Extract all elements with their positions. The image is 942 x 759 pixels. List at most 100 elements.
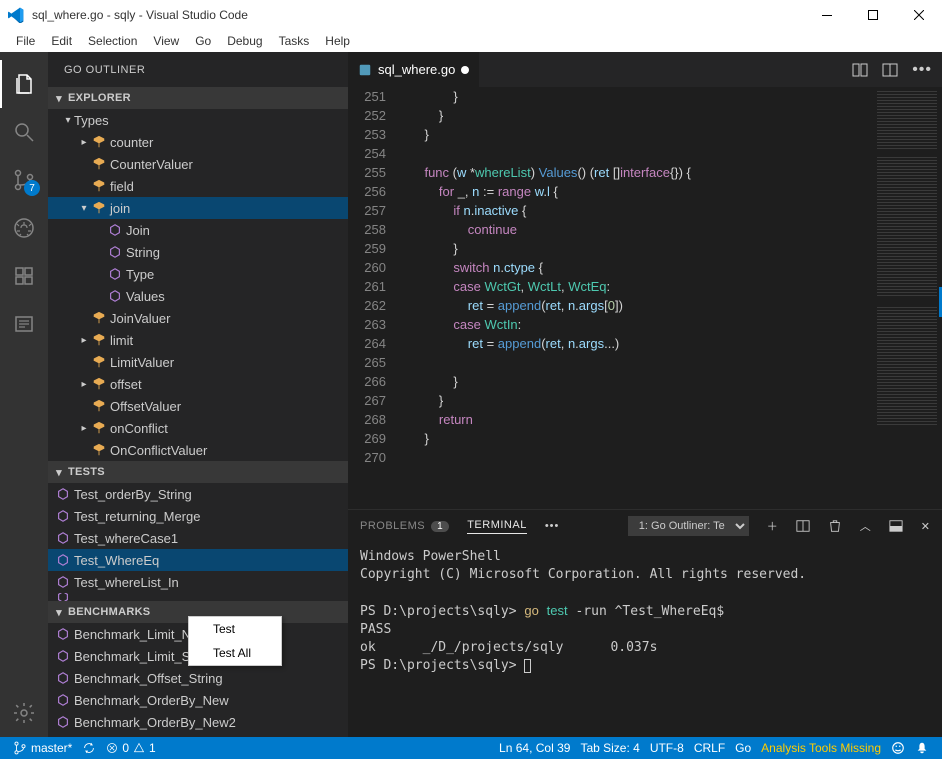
window-title: sql_where.go - sqly - Visual Studio Code — [32, 8, 804, 22]
section-explorer[interactable]: ▾ EXPLORER — [48, 87, 348, 109]
split-editor-icon[interactable] — [882, 62, 898, 78]
context-menu: Test Test All — [188, 616, 282, 666]
panel-tab-problems[interactable]: PROBLEMS 1 — [360, 520, 449, 532]
status-bell-icon[interactable] — [910, 737, 934, 759]
close-button[interactable] — [896, 0, 942, 30]
outline-icon[interactable] — [0, 300, 48, 348]
menu-help[interactable]: Help — [317, 32, 358, 50]
benchmark-icon — [54, 649, 72, 663]
benchmark-item[interactable]: Benchmark_OrderBy_New — [48, 689, 348, 711]
test-item[interactable]: Test_whereCase1 — [48, 527, 348, 549]
panel-tab-terminal[interactable]: TERMINAL — [467, 519, 527, 534]
status-tabsize[interactable]: Tab Size: 4 — [575, 737, 644, 759]
go-file-icon — [358, 63, 372, 77]
chevron-icon: ▾ — [78, 203, 90, 214]
toggle-panel-icon[interactable] — [889, 519, 903, 533]
tree-item-counter[interactable]: ▸counter — [48, 131, 348, 153]
tree-item-onconflictvaluer[interactable]: OnConflictValuer — [48, 439, 348, 461]
tree-item-offsetvaluer[interactable]: OffsetValuer — [48, 395, 348, 417]
search-icon[interactable] — [0, 108, 48, 156]
benchmark-item[interactable]: Benchmark_OrderBy_New2 — [48, 711, 348, 733]
chevron-down-icon: ▾ — [52, 92, 66, 105]
menu-view[interactable]: View — [145, 32, 187, 50]
source-control-icon[interactable]: 7 — [0, 156, 48, 204]
test-item[interactable]: Test_whereList_In — [48, 571, 348, 593]
maximize-button[interactable] — [850, 0, 896, 30]
test-icon — [54, 553, 72, 567]
tab-label: sql_where.go — [378, 62, 455, 77]
tree-item-join[interactable]: Join — [48, 219, 348, 241]
struct-icon — [90, 399, 108, 413]
menu-tasks[interactable]: Tasks — [271, 32, 318, 50]
tree-item-limitvaluer[interactable]: LimitValuer — [48, 351, 348, 373]
chevron-down-icon: ▾ — [62, 115, 74, 126]
vscode-logo-icon — [8, 7, 24, 23]
status-language[interactable]: Go — [730, 737, 756, 759]
explorer-icon[interactable] — [0, 60, 48, 108]
status-sync[interactable] — [77, 737, 101, 759]
struct-icon — [90, 311, 108, 325]
benchmark-item[interactable]: Benchmark_Offset_String — [48, 667, 348, 689]
kill-terminal-icon[interactable] — [828, 519, 842, 533]
context-menu-test[interactable]: Test — [189, 617, 281, 641]
more-icon[interactable]: ••• — [912, 61, 932, 79]
status-branch[interactable]: master* — [8, 737, 77, 759]
terminal-output[interactable]: Windows PowerShell Copyright (C) Microso… — [348, 542, 942, 737]
test-icon — [54, 509, 72, 523]
tree-item-onconflict[interactable]: ▸onConflict — [48, 417, 348, 439]
tree-item-join[interactable]: ▾join — [48, 197, 348, 219]
test-item[interactable]: Test_returning_Merge — [48, 505, 348, 527]
struct-icon — [90, 135, 108, 149]
tree-item-countervaluer[interactable]: CounterValuer — [48, 153, 348, 175]
test-item[interactable]: Test_WhereEq — [48, 549, 348, 571]
test-icon — [54, 575, 72, 589]
extensions-icon[interactable] — [0, 252, 48, 300]
section-tests[interactable]: ▾ TESTS — [48, 461, 348, 483]
minimap[interactable] — [872, 87, 942, 509]
chevron-down-icon: ▾ — [52, 466, 66, 479]
more-icon[interactable]: ••• — [545, 520, 560, 532]
method-icon — [106, 289, 124, 303]
editor-group: sql_where.go ••• 25125225325425525625725… — [348, 52, 942, 737]
chevron-icon: ▸ — [78, 379, 90, 390]
settings-gear-icon[interactable] — [0, 689, 48, 737]
menu-selection[interactable]: Selection — [80, 32, 145, 50]
debug-icon[interactable] — [0, 204, 48, 252]
tree-item-string[interactable]: String — [48, 241, 348, 263]
minimize-button[interactable] — [804, 0, 850, 30]
status-analysis[interactable]: Analysis Tools Missing — [756, 737, 886, 759]
status-feedback-icon[interactable] — [886, 737, 910, 759]
status-eol[interactable]: CRLF — [689, 737, 730, 759]
menu-file[interactable]: File — [8, 32, 43, 50]
compare-icon[interactable] — [852, 62, 868, 78]
code-editor[interactable]: 2512522532542552562572582592602612622632… — [348, 87, 942, 509]
status-encoding[interactable]: UTF-8 — [645, 737, 689, 759]
tree-types[interactable]: ▾ Types — [48, 109, 348, 131]
struct-icon — [90, 377, 108, 391]
close-panel-icon[interactable]: ✕ — [921, 520, 930, 533]
menu-go[interactable]: Go — [187, 32, 219, 50]
terminal-selector[interactable]: 1: Go Outliner: Te — [628, 516, 749, 536]
tree-item-values[interactable]: Values — [48, 285, 348, 307]
tree-item-field[interactable]: field — [48, 175, 348, 197]
status-lncol[interactable]: Ln 64, Col 39 — [494, 737, 575, 759]
tree-item-joinvaluer[interactable]: JoinValuer — [48, 307, 348, 329]
test-item[interactable]: Test_orderBy_String — [48, 483, 348, 505]
menubar: File Edit Selection View Go Debug Tasks … — [0, 30, 942, 52]
menu-edit[interactable]: Edit — [43, 32, 80, 50]
tab-sql-where[interactable]: sql_where.go — [348, 52, 479, 87]
new-terminal-icon[interactable]: ＋ — [767, 518, 778, 534]
context-menu-test-all[interactable]: Test All — [189, 641, 281, 665]
struct-icon — [90, 421, 108, 435]
test-icon — [54, 531, 72, 545]
code-content[interactable]: } } } func (w *whereList) Values() (ret … — [402, 87, 942, 509]
tree-item-limit[interactable]: ▸limit — [48, 329, 348, 351]
struct-icon — [90, 333, 108, 347]
method-icon — [106, 267, 124, 281]
maximize-panel-icon[interactable]: ︿ — [860, 518, 871, 534]
menu-debug[interactable]: Debug — [219, 32, 270, 50]
status-problems[interactable]: 0 1 — [101, 737, 160, 759]
tree-item-offset[interactable]: ▸offset — [48, 373, 348, 395]
tree-item-type[interactable]: Type — [48, 263, 348, 285]
split-terminal-icon[interactable] — [796, 519, 810, 533]
